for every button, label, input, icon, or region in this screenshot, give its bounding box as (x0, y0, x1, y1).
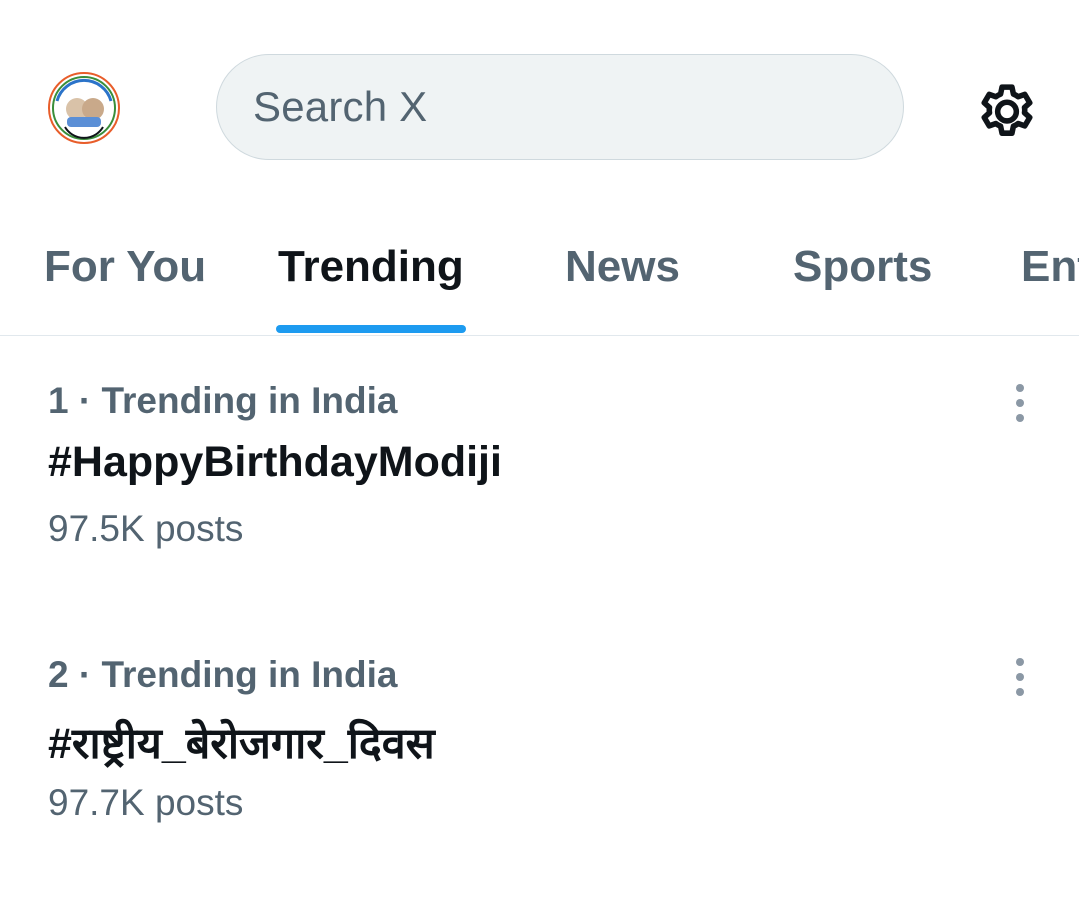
search-bar[interactable]: Search X (216, 54, 904, 160)
tab-bar: For You Trending News Sports Ent (0, 215, 1079, 336)
trend-post-count: 97.7K posts (48, 782, 244, 823)
trend-title: #HappyBirthdayModiji (48, 438, 502, 486)
trend-item[interactable]: 2 · Trending in India #राष्ट्रीय_बेरोजगा… (0, 654, 1079, 854)
active-tab-indicator (276, 325, 466, 333)
trend-meta: 1 · Trending in India (48, 380, 398, 421)
tab-label: News (565, 242, 680, 291)
tab-label: Sports (793, 242, 933, 291)
profile-avatar[interactable] (47, 71, 121, 145)
avatar-image (48, 72, 120, 144)
tab-label: Trending (278, 242, 464, 291)
tab-label: For You (44, 242, 207, 291)
tab-label: Ent (1021, 242, 1079, 291)
search-placeholder: Search X (253, 83, 428, 130)
trend-title: #राष्ट्रीय_बेरोजगार_दिवस (48, 720, 435, 768)
top-bar: Search X (0, 0, 1079, 215)
trend-item[interactable]: 1 · Trending in India #HappyBirthdayModi… (0, 380, 1079, 580)
gear-icon[interactable] (972, 76, 1042, 146)
more-options-icon[interactable] (1004, 656, 1036, 700)
trend-post-count: 97.5K posts (48, 508, 244, 549)
more-options-icon[interactable] (1004, 382, 1036, 426)
trend-meta: 2 · Trending in India (48, 654, 398, 695)
